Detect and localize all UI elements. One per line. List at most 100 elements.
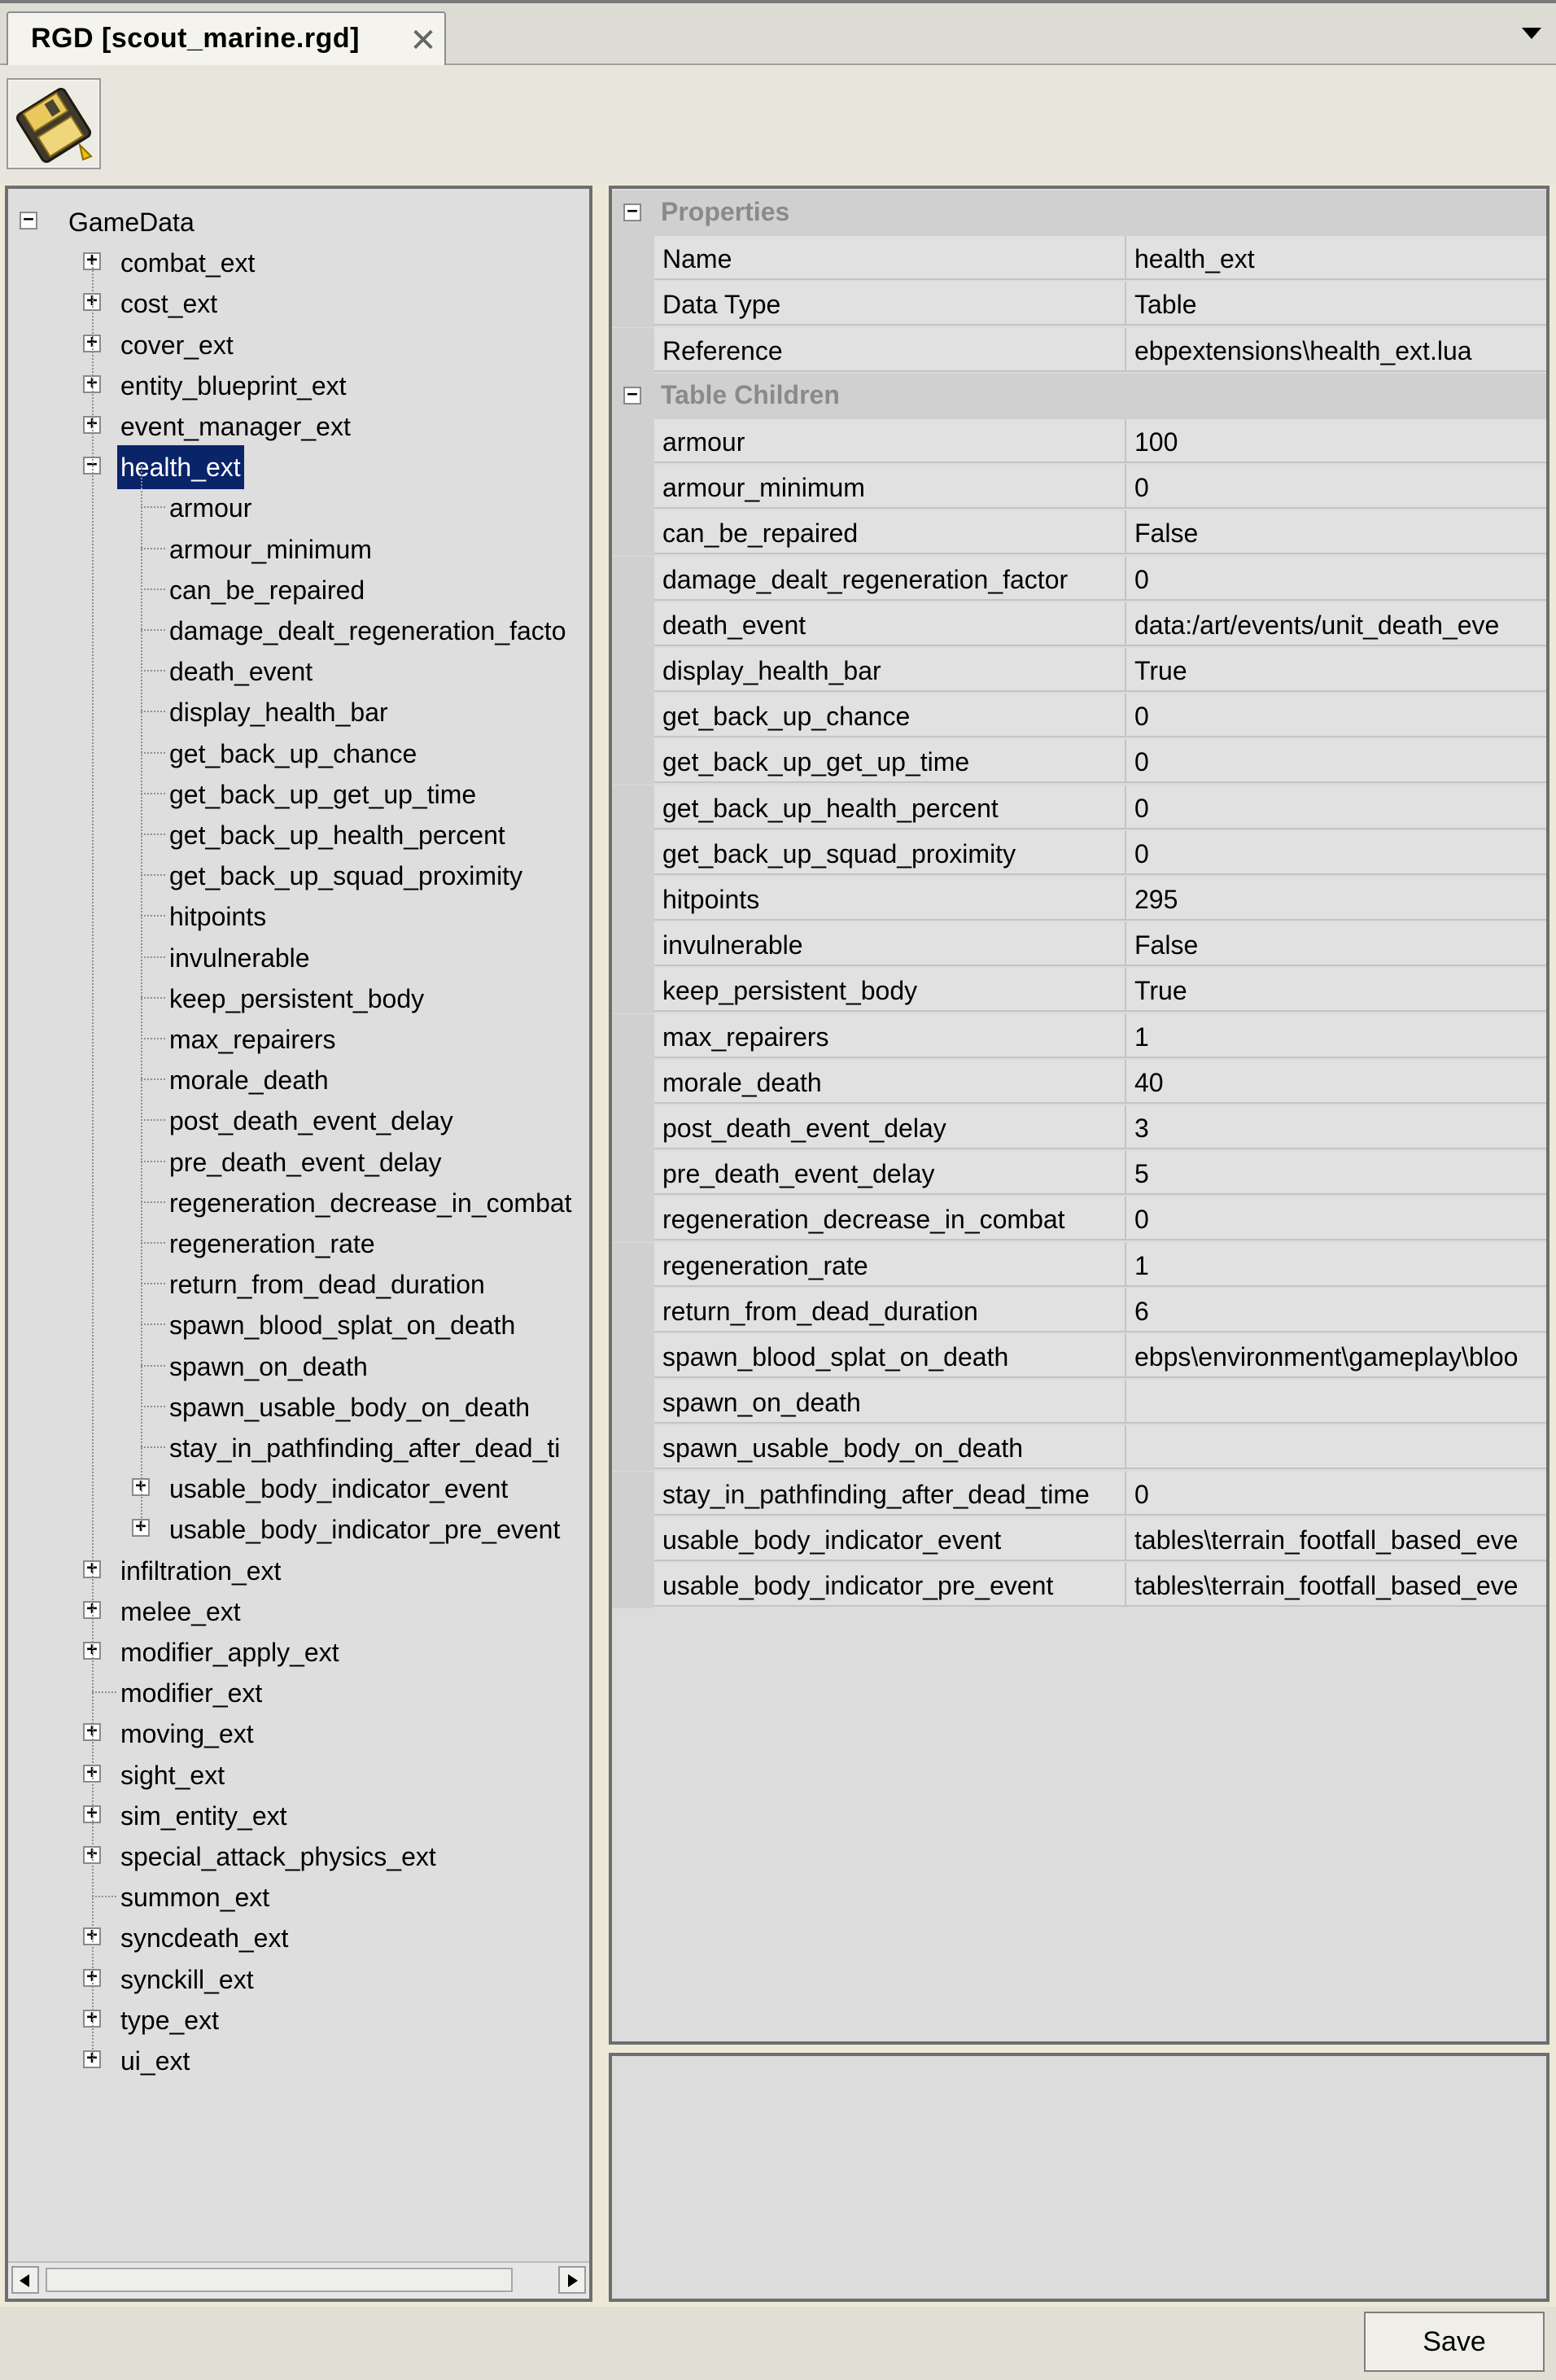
tree-node[interactable]: + modifier_apply_ext: [8, 1630, 589, 1671]
tree-node[interactable]: + cover_ext: [8, 323, 589, 364]
collapse-icon[interactable]: −: [623, 385, 641, 405]
property-row[interactable]: get_back_up_health_percent 0: [612, 785, 1546, 831]
property-value[interactable]: 0: [1126, 556, 1546, 601]
tree-view[interactable]: − GameData + combat_ext + cost_ext + cover_ext +…: [5, 186, 592, 2302]
property-value[interactable]: Table: [1126, 282, 1546, 326]
tree-node[interactable]: display_health_bar: [8, 690, 589, 731]
property-row[interactable]: morale_death 40: [612, 1059, 1546, 1105]
property-value[interactable]: 6: [1126, 1288, 1546, 1332]
tree-node[interactable]: + moving_ext: [8, 1712, 589, 1752]
tree-node[interactable]: invulnerable: [8, 936, 589, 977]
property-row[interactable]: death_event data:/art/events/unit_death_e…: [612, 602, 1546, 648]
property-row[interactable]: keep_persistent_body True: [612, 968, 1546, 1014]
scrollbar-thumb[interactable]: [46, 2268, 513, 2292]
property-row[interactable]: regeneration_decrease_in_combat 0: [612, 1197, 1546, 1243]
property-row[interactable]: max_repairers 1: [612, 1013, 1546, 1060]
property-value[interactable]: 5: [1126, 1151, 1546, 1196]
property-value[interactable]: True: [1126, 968, 1546, 1013]
property-value[interactable]: 0: [1126, 693, 1546, 738]
tree-node[interactable]: get_back_up_health_percent: [8, 813, 589, 854]
tree-node[interactable]: regeneration_rate: [8, 1222, 589, 1262]
tree-node[interactable]: + sim_entity_ext: [8, 1794, 589, 1835]
property-row[interactable]: invulnerable False: [612, 922, 1546, 969]
tree-node[interactable]: − health_ext: [8, 445, 589, 490]
property-row[interactable]: return_from_dead_duration 6: [612, 1288, 1546, 1334]
save-button[interactable]: Save: [1364, 2312, 1545, 2372]
property-row[interactable]: get_back_up_get_up_time 0: [612, 739, 1546, 785]
chevron-down-icon[interactable]: [1522, 28, 1541, 39]
property-value[interactable]: [1126, 1380, 1546, 1424]
document-tab[interactable]: RGD [scout_marine.rgd] ✕: [7, 11, 446, 68]
property-value[interactable]: [1126, 1425, 1546, 1470]
property-value[interactable]: True: [1126, 648, 1546, 692]
tree-node[interactable]: + synckill_ext: [8, 1958, 589, 1998]
tree-node[interactable]: + combat_ext: [8, 241, 589, 282]
tree-node[interactable]: pre_death_event_delay: [8, 1140, 589, 1181]
tree-node[interactable]: spawn_on_death: [8, 1345, 589, 1385]
property-row[interactable]: usable_body_indicator_pre_event tables\te…: [612, 1563, 1546, 1608]
tree-node[interactable]: hitpoints: [8, 895, 589, 935]
tree-node[interactable]: post_death_event_delay: [8, 1099, 589, 1140]
tree-node[interactable]: get_back_up_get_up_time: [8, 772, 589, 813]
property-row[interactable]: can_be_repaired False: [612, 510, 1546, 557]
property-value[interactable]: health_ext: [1126, 236, 1546, 281]
tree-node[interactable]: + ui_ext: [8, 2039, 589, 2080]
property-row[interactable]: Name health_ext: [612, 236, 1546, 282]
tree-node[interactable]: get_back_up_squad_proximity: [8, 854, 589, 895]
property-value[interactable]: ebps\environment\gameplay\bloo: [1126, 1334, 1546, 1378]
tree-node[interactable]: + entity_blueprint_ext: [8, 364, 589, 405]
property-row[interactable]: spawn_blood_splat_on_death ebps\environme…: [612, 1334, 1546, 1380]
close-icon[interactable]: ✕: [407, 24, 439, 57]
tree-node[interactable]: max_repairers: [8, 1017, 589, 1058]
tree-node[interactable]: + cost_ext: [8, 282, 589, 322]
property-value[interactable]: 3: [1126, 1105, 1546, 1149]
tree-node[interactable]: + special_attack_physics_ext: [8, 1835, 589, 1875]
property-value[interactable]: 0: [1126, 785, 1546, 829]
scroll-right-button[interactable]: [558, 2266, 586, 2294]
property-value[interactable]: 295: [1126, 877, 1546, 921]
tree-node[interactable]: + usable_body_indicator_pre_event: [8, 1507, 589, 1548]
collapse-icon[interactable]: −: [623, 203, 641, 221]
tree-node[interactable]: + type_ext: [8, 1998, 589, 2039]
tree-node[interactable]: return_from_dead_duration: [8, 1262, 589, 1303]
property-category[interactable]: − Table Children: [612, 373, 1546, 419]
tree-node[interactable]: + syncdeath_ext: [8, 1916, 589, 1957]
tree-node[interactable]: can_be_repaired: [8, 568, 589, 609]
property-row[interactable]: spawn_on_death: [612, 1380, 1546, 1426]
property-value[interactable]: data:/art/events/unit_death_eve: [1126, 602, 1546, 646]
property-value[interactable]: 40: [1126, 1059, 1546, 1104]
tree-node[interactable]: + infiltration_ext: [8, 1549, 589, 1590]
tree-node[interactable]: death_event: [8, 650, 589, 690]
property-value[interactable]: 1: [1126, 1242, 1546, 1287]
tree-node[interactable]: stay_in_pathfinding_after_dead_ti: [8, 1426, 589, 1467]
tree-node[interactable]: − GameData: [8, 200, 589, 241]
property-row[interactable]: spawn_usable_body_on_death: [612, 1425, 1546, 1472]
tree-node[interactable]: regeneration_decrease_in_combat: [8, 1181, 589, 1222]
property-row[interactable]: hitpoints 295: [612, 877, 1546, 922]
tree-node[interactable]: modifier_ext: [8, 1671, 589, 1712]
property-category[interactable]: − Properties: [612, 190, 1546, 236]
tree-node[interactable]: spawn_blood_splat_on_death: [8, 1303, 589, 1344]
property-value[interactable]: 0: [1126, 739, 1546, 784]
tree-node[interactable]: + event_manager_ext: [8, 405, 589, 445]
property-row[interactable]: display_health_bar True: [612, 648, 1546, 693]
tree-node[interactable]: damage_dealt_regeneration_facto: [8, 609, 589, 650]
property-row[interactable]: get_back_up_squad_proximity 0: [612, 830, 1546, 877]
property-value[interactable]: 0: [1126, 830, 1546, 875]
collapse-icon[interactable]: −: [20, 211, 37, 230]
tree-node[interactable]: + sight_ext: [8, 1753, 589, 1794]
tree-node[interactable]: + melee_ext: [8, 1590, 589, 1630]
property-row[interactable]: Reference ebpextensions\health_ext.lua: [612, 327, 1546, 374]
property-row[interactable]: armour 100: [612, 419, 1546, 465]
property-row[interactable]: armour_minimum 0: [612, 465, 1546, 511]
property-value[interactable]: 0: [1126, 465, 1546, 510]
property-row[interactable]: pre_death_event_delay 5: [612, 1151, 1546, 1197]
property-row[interactable]: get_back_up_chance 0: [612, 693, 1546, 740]
horizontal-scrollbar[interactable]: [8, 2261, 589, 2299]
property-row[interactable]: damage_dealt_regeneration_factor 0: [612, 556, 1546, 602]
property-value[interactable]: ebpextensions\health_ext.lua: [1126, 327, 1546, 372]
property-value[interactable]: tables\terrain_footfall_based_eve: [1126, 1563, 1546, 1607]
tree-node[interactable]: armour_minimum: [8, 527, 589, 568]
property-value[interactable]: 0: [1126, 1197, 1546, 1241]
tree-node[interactable]: summon_ext: [8, 1875, 589, 1916]
